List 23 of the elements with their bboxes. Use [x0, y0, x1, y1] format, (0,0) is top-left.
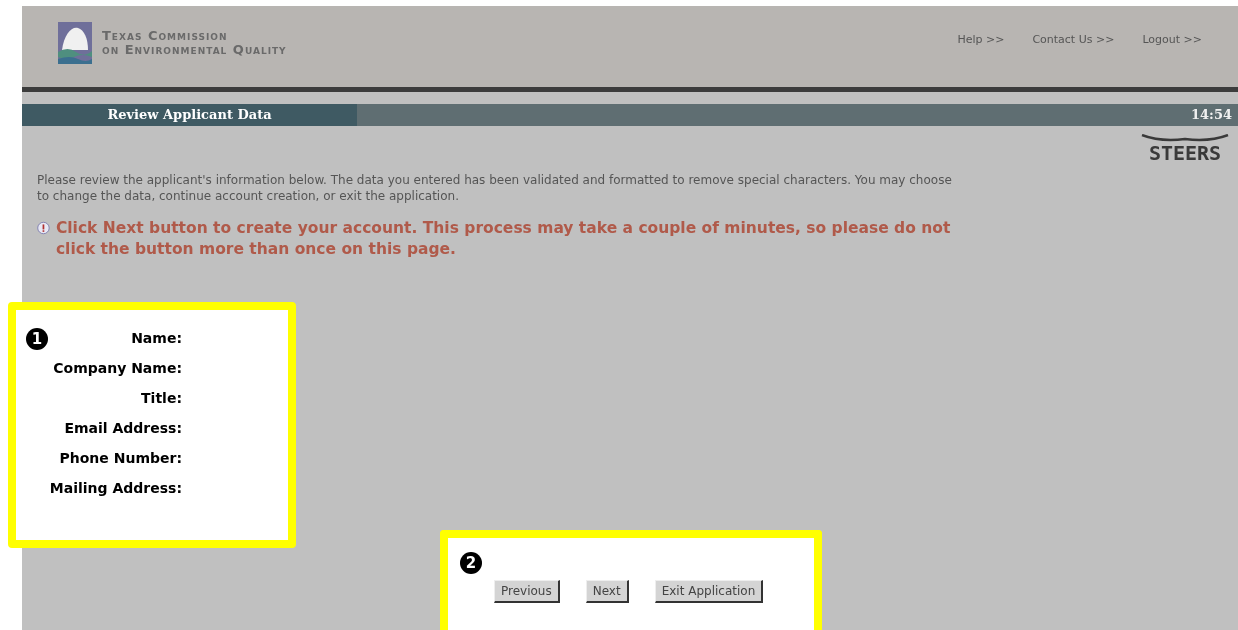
logo-text: on Environmental Quality: [102, 43, 287, 57]
logo-icon: [58, 22, 92, 64]
callout-number: 1: [26, 328, 48, 350]
field-label: Company Name:: [53, 359, 182, 378]
instructions-text: Please review the applicant's information below. The data you entered has been validated and formatted to remove special characters. You may choose to change the data, continue account creation, or exit the application.: [37, 172, 953, 204]
form-button[interactable]: Exit Application: [654, 580, 764, 603]
form-button[interactable]: Next: [585, 580, 629, 603]
clock-time: 14:54: [1191, 106, 1232, 125]
page-title: Review Applicant Data: [107, 106, 272, 125]
header-link[interactable]: Logout >>: [1142, 32, 1202, 49]
field-label: Mailing Address:: [49, 479, 182, 498]
brand-logo: STEERS: [1140, 134, 1230, 164]
warning-message: Click Next button to create your account. This process may take a couple of minutes, so please do not click the button more than once on this page.: [55, 218, 952, 260]
form-button[interactable]: Previous: [494, 580, 560, 603]
logo-text: Texas Commission: [102, 29, 229, 43]
field-label: Name:: [131, 329, 182, 348]
field-label: Email Address:: [64, 419, 182, 438]
callout-number: 2: [460, 552, 482, 574]
header-link[interactable]: Contact Us >>: [1032, 32, 1115, 49]
field-label: Phone Number:: [59, 449, 182, 468]
header-link[interactable]: Help >>: [957, 32, 1005, 49]
field-label: Title:: [141, 389, 182, 408]
warning-icon: [37, 219, 50, 237]
